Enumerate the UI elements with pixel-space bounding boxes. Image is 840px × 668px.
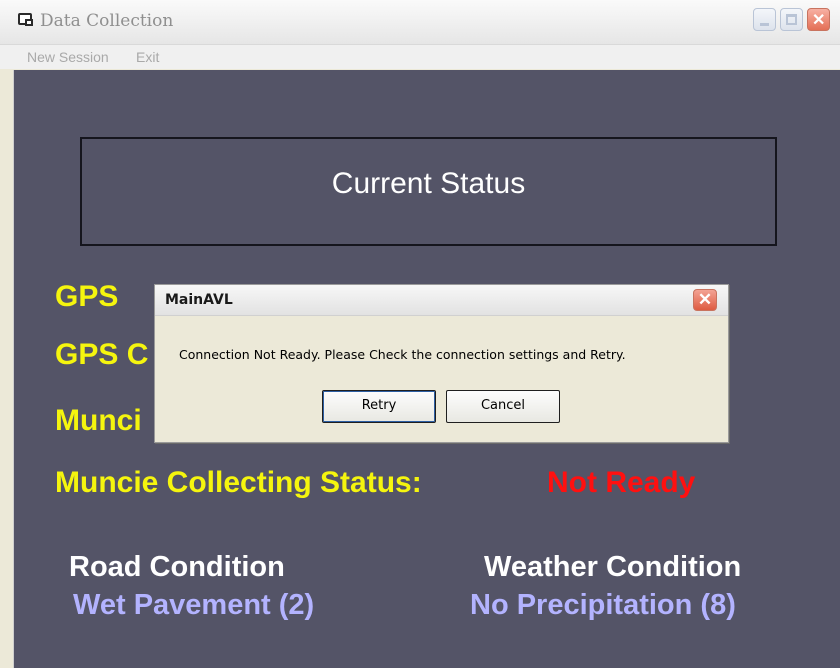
current-status-title: Current Status xyxy=(331,167,526,200)
menu-exit[interactable]: Exit xyxy=(136,49,159,65)
current-status-box: Current Status xyxy=(80,137,777,246)
weather-condition-value: No Precipitation (8) xyxy=(470,589,736,621)
connection-dialog: MainAVL ✕ Connection Not Ready. Please C… xyxy=(154,284,729,443)
weather-condition-label: Weather Condition xyxy=(484,551,742,583)
dialog-message: Connection Not Ready. Please Check the c… xyxy=(179,347,626,362)
app-window-icon xyxy=(18,13,33,26)
close-icon: ✕ xyxy=(697,290,713,309)
road-condition-label: Road Condition xyxy=(69,551,285,583)
main-window: Data Collection ✕ New Session Exit Curre… xyxy=(0,0,840,668)
minimize-button[interactable] xyxy=(753,8,776,31)
cancel-button[interactable]: Cancel xyxy=(446,390,560,423)
title-bar[interactable]: Data Collection ✕ xyxy=(0,0,840,45)
road-condition-value: Wet Pavement (2) xyxy=(73,589,315,621)
maximize-icon xyxy=(786,14,797,25)
minimize-icon xyxy=(760,23,769,26)
maximize-button[interactable] xyxy=(780,8,803,31)
muncie-collecting-status-label: Muncie Collecting Status: xyxy=(55,466,422,499)
dialog-title: MainAVL xyxy=(165,292,233,308)
muncie-collecting-status-value: Not Ready xyxy=(547,466,696,499)
munci-label: Munci xyxy=(55,404,142,437)
menu-new-session[interactable]: New Session xyxy=(27,49,109,65)
dialog-close-button[interactable]: ✕ xyxy=(693,289,717,311)
menu-bar: New Session Exit xyxy=(0,45,840,69)
close-icon: ✕ xyxy=(812,12,826,29)
window-close-button[interactable]: ✕ xyxy=(807,8,830,31)
gps-label: GPS xyxy=(55,280,119,313)
dialog-title-bar[interactable]: MainAVL ✕ xyxy=(155,285,728,316)
retry-button[interactable]: Retry xyxy=(322,390,436,423)
gps-c-label: GPS C xyxy=(55,338,149,371)
window-title: Data Collection xyxy=(40,11,174,31)
